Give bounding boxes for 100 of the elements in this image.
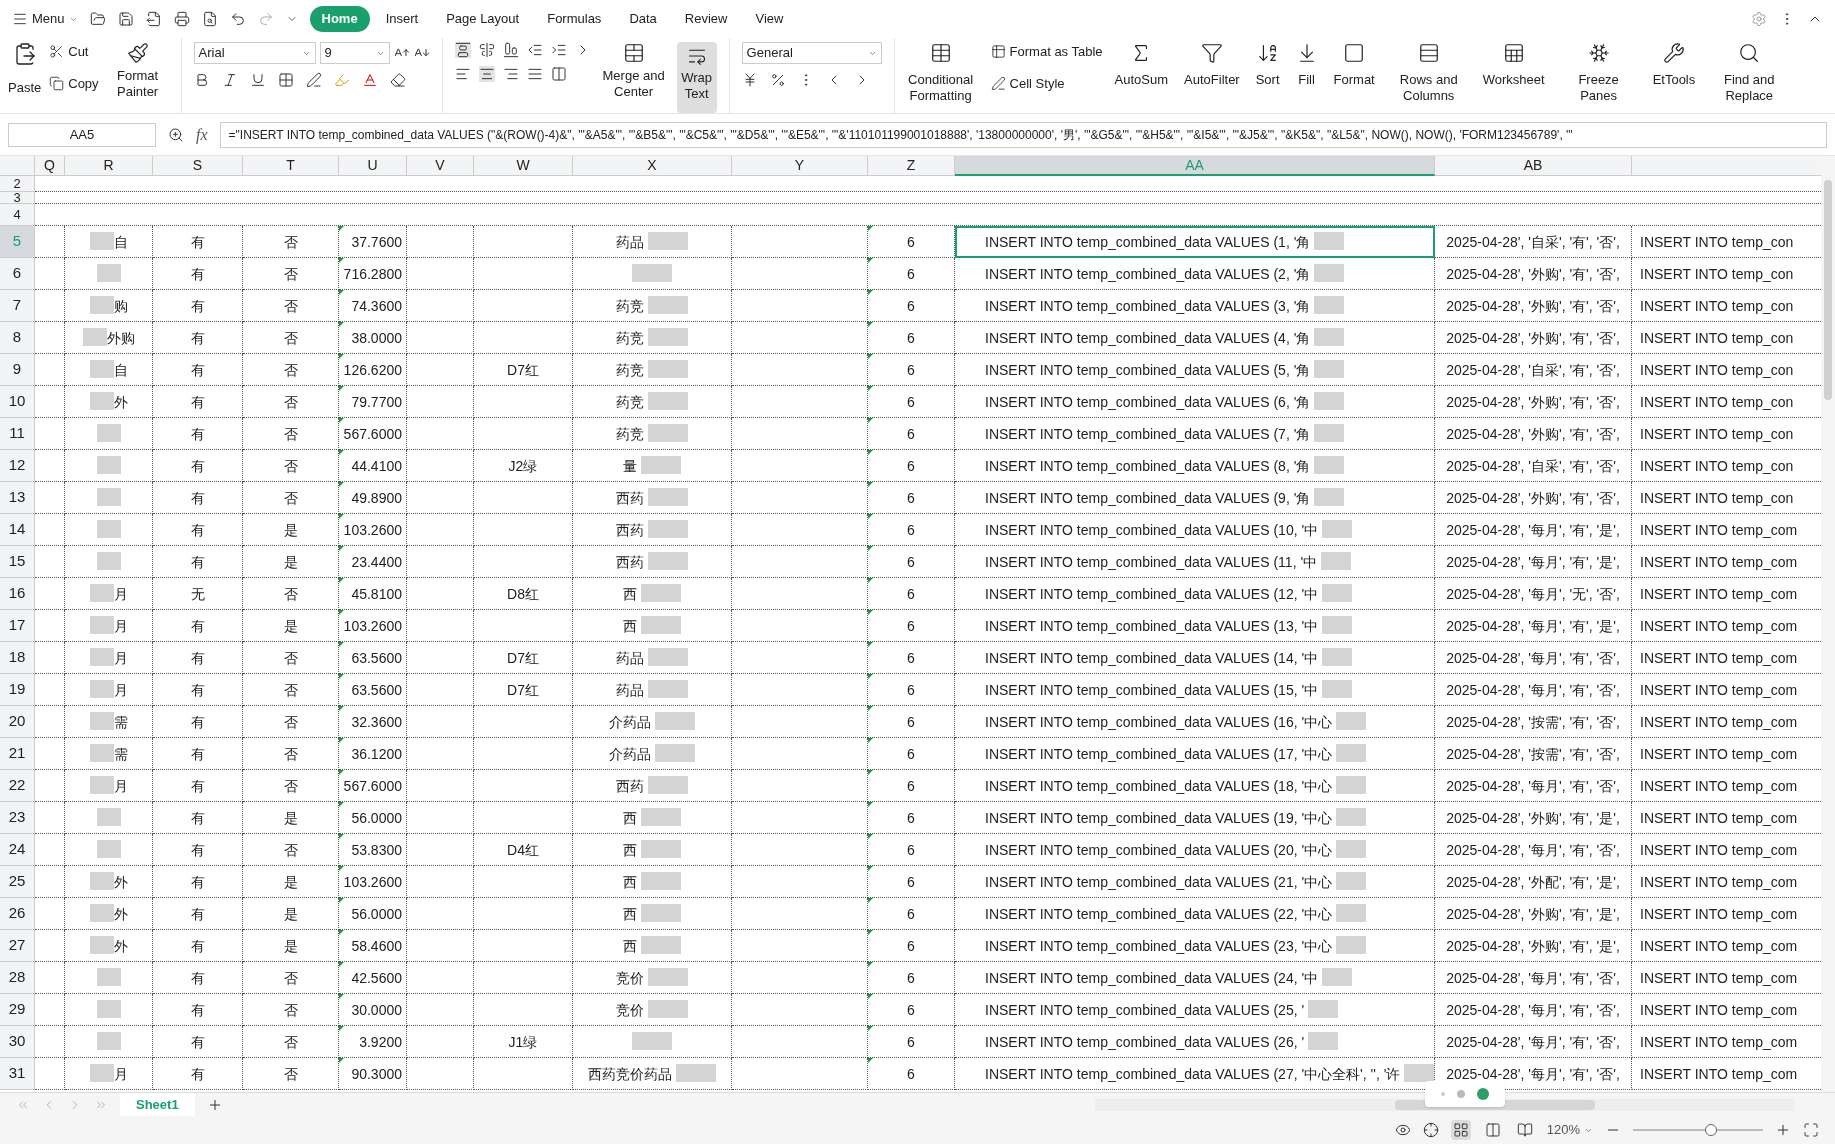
- column-header[interactable]: T: [243, 156, 339, 176]
- align-middle-icon[interactable]: [478, 42, 495, 58]
- formula-field[interactable]: ="INSERT INTO temp_combined_data VALUES ("&(ROW()-4)&", '"&A5&"', '"&B5&"', '"&C5&"', '"&D5&"', '"&E5&"', '"&'110101199001018888', '13800000000', '男', '"&G5&"', '"&H5&"', '"&I5&"', '"&J5&"', "&K5&", "&L5&", NOW(), NOW(), 'FORM123456789', '": [219, 121, 1827, 148]
- ribbon-tool-button[interactable]: Rows and Columns: [1382, 38, 1475, 113]
- vertical-scrollbar[interactable]: [1821, 156, 1835, 1092]
- print-icon[interactable]: [173, 11, 190, 27]
- row-header[interactable]: 21: [0, 738, 35, 770]
- column-header[interactable]: X: [573, 156, 732, 176]
- row-header[interactable]: 23: [0, 802, 35, 834]
- eye-icon[interactable]: [1394, 1122, 1411, 1138]
- ribbon-tab[interactable]: Formulas: [535, 6, 614, 32]
- copy-button[interactable]: Copy: [49, 73, 99, 93]
- row-header[interactable]: 9: [0, 354, 35, 386]
- zoom-level-button[interactable]: 120%: [1546, 1120, 1593, 1140]
- export-icon[interactable]: [145, 11, 162, 27]
- paste-button[interactable]: Paste: [8, 38, 42, 98]
- undo-icon[interactable]: [229, 11, 246, 27]
- align-bottom-icon[interactable]: [502, 42, 519, 58]
- percent-icon[interactable]: [769, 72, 786, 88]
- column-header[interactable]: AB: [1435, 156, 1632, 176]
- align-center-icon[interactable]: [478, 66, 495, 82]
- row-header[interactable]: 31: [0, 1058, 35, 1090]
- ribbon-tool-button[interactable]: Find and Replace: [1703, 38, 1796, 113]
- format-painter-button[interactable]: Format Painter: [106, 38, 169, 101]
- function-icon[interactable]: fx: [196, 122, 208, 147]
- row-header[interactable]: 17: [0, 610, 35, 642]
- font-color-icon[interactable]: [361, 72, 378, 88]
- font-size-field[interactable]: 9: [319, 42, 390, 64]
- row-header[interactable]: 22: [0, 770, 35, 802]
- row-header[interactable]: 13: [0, 482, 35, 514]
- column-header[interactable]: Q: [35, 156, 65, 176]
- view-mode-button[interactable]: [1450, 1120, 1471, 1140]
- row-header[interactable]: 26: [0, 898, 35, 930]
- zoom-slider[interactable]: [1633, 1123, 1763, 1137]
- row-header[interactable]: 7: [0, 290, 35, 322]
- row-header[interactable]: 28: [0, 962, 35, 994]
- open-icon[interactable]: [89, 11, 106, 27]
- row-header[interactable]: 12: [0, 450, 35, 482]
- ribbon-tool-button[interactable]: AutoSum: [1106, 38, 1177, 113]
- row-header[interactable]: 11: [0, 418, 35, 450]
- row-header[interactable]: 15: [0, 546, 35, 578]
- ribbon-tool-button[interactable]: Fill: [1287, 38, 1326, 113]
- align-top-icon[interactable]: [454, 42, 471, 58]
- column-header[interactable]: Y: [732, 156, 868, 176]
- ribbon-tab[interactable]: Data: [617, 6, 669, 32]
- print-preview-icon[interactable]: [201, 11, 218, 27]
- ribbon-tool-button[interactable]: Cell Style: [990, 73, 1103, 93]
- fill-color-icon[interactable]: [333, 72, 350, 88]
- underline-icon[interactable]: [249, 72, 266, 88]
- save-icon[interactable]: [117, 11, 134, 27]
- row-header[interactable]: 19: [0, 674, 35, 706]
- row-header[interactable]: 4: [0, 204, 35, 226]
- row-header[interactable]: 16: [0, 578, 35, 610]
- increase-indent-icon[interactable]: [550, 42, 567, 58]
- ribbon-tool-button[interactable]: AutoFilter: [1176, 38, 1248, 113]
- row-header[interactable]: 27: [0, 930, 35, 962]
- ribbon-tool-button[interactable]: Worksheet: [1474, 38, 1553, 113]
- row-header[interactable]: 2: [0, 176, 35, 192]
- ribbon-tool-button[interactable]: EtTools: [1644, 38, 1704, 113]
- border-style-icon[interactable]: [305, 72, 322, 88]
- ribbon-tool-button[interactable]: Format as Table: [990, 42, 1103, 62]
- align-right-icon[interactable]: [502, 66, 519, 82]
- row-header[interactable]: 6: [0, 258, 35, 290]
- row-header[interactable]: 8: [0, 322, 35, 354]
- row-header[interactable]: 18: [0, 642, 35, 674]
- row-header[interactable]: 20: [0, 706, 35, 738]
- slider-thumb[interactable]: [1705, 1124, 1717, 1136]
- crosshair-icon[interactable]: [1422, 1122, 1439, 1138]
- horizontal-scrollbar[interactable]: [1095, 1099, 1795, 1111]
- ribbon-tab[interactable]: Page Layout: [434, 6, 532, 32]
- ribbon-tab[interactable]: View: [743, 6, 796, 32]
- ribbon-tool-button[interactable]: Freeze Panes: [1552, 38, 1645, 113]
- zoom-in-icon[interactable]: [1775, 1122, 1791, 1138]
- column-header[interactable]: W: [474, 156, 573, 176]
- row-header[interactable]: 24: [0, 834, 35, 866]
- row-header[interactable]: 25: [0, 866, 35, 898]
- ribbon-tool-button[interactable]: Sort: [1247, 38, 1288, 113]
- wrap-text-button[interactable]: Wrap Text: [676, 42, 717, 113]
- column-header[interactable]: U: [339, 156, 407, 176]
- align-left-icon[interactable]: [454, 66, 471, 82]
- cut-button[interactable]: Cut: [49, 42, 99, 62]
- column-header[interactable]: R: [65, 156, 153, 176]
- menu-button[interactable]: Menu: [12, 9, 78, 29]
- row-header[interactable]: 29: [0, 994, 35, 1026]
- ribbon-tool-button[interactable]: Conditional Formatting: [894, 38, 987, 113]
- fullscreen-icon[interactable]: [1803, 1122, 1819, 1138]
- merge-center-button[interactable]: Merge and Center: [598, 42, 669, 113]
- column-header[interactable]: S: [153, 156, 243, 176]
- column-header[interactable]: V: [407, 156, 474, 176]
- borders-icon[interactable]: [277, 72, 294, 88]
- justify-icon[interactable]: [526, 66, 543, 82]
- ribbon-tool-button[interactable]: Format: [1325, 38, 1383, 113]
- clear-icon[interactable]: [389, 72, 406, 88]
- number-format-field[interactable]: General: [741, 42, 882, 64]
- font-name-field[interactable]: Arial: [193, 42, 316, 64]
- decrease-indent-icon[interactable]: [526, 42, 543, 58]
- row-header[interactable]: 3: [0, 192, 35, 204]
- zoom-icon[interactable]: [168, 126, 184, 143]
- floating-indicator[interactable]: [1425, 1081, 1505, 1107]
- row-header[interactable]: 30: [0, 1026, 35, 1058]
